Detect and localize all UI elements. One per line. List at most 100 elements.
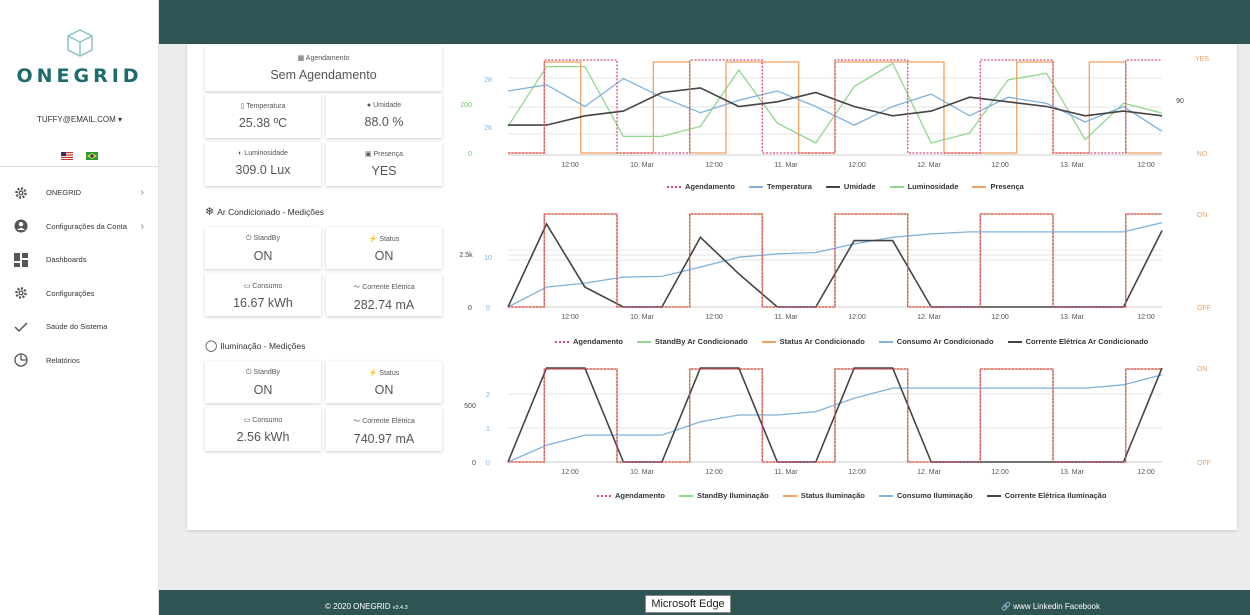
- y-tick-label: 26: [484, 125, 492, 132]
- x-tick-label: 12:00: [1137, 162, 1155, 169]
- y-tick-label: 200: [460, 102, 472, 109]
- umidade-value: 88.0 %: [364, 115, 404, 129]
- legend-swatch: [637, 340, 652, 343]
- legend-umidade[interactable]: Umidade: [825, 182, 876, 191]
- legend-label: Corrente Elétrica Iluminação: [1004, 491, 1107, 500]
- account-icon: [13, 218, 29, 234]
- legend-status-ar[interactable]: Status Ar Condicionado: [761, 337, 865, 346]
- bolt-icon: ⚡: [368, 236, 380, 243]
- ar-corrente-value: 282.74 mA: [353, 298, 415, 312]
- legend-consumo-ilum[interactable]: Consumo Iluminação: [878, 491, 973, 500]
- x-tick-label: 12:00: [991, 162, 1009, 169]
- ar-status-value: ON: [374, 249, 394, 263]
- snowflake-icon: ❄: [205, 206, 215, 218]
- agendamento-value: Sem Agendamento: [270, 68, 377, 82]
- footer-copyright: © 2020 ONEGRID v3.4.3: [325, 602, 408, 611]
- sidebar-item-reports[interactable]: Relatórios: [0, 344, 159, 378]
- legend-corrente-ar[interactable]: Corrente Elétrica Ar Condicionado: [1007, 337, 1148, 346]
- sidebar-item-dashboards[interactable]: Dashboards: [0, 243, 159, 277]
- ilum-standby-widget: ⏻ StandBy ON: [205, 361, 321, 403]
- legend-swatch: [878, 340, 893, 343]
- legend-label: Agendamento: [685, 182, 736, 191]
- footer-links[interactable]: 🔗 www Linkedin Facebook: [1001, 602, 1100, 611]
- legend-swatch: [825, 185, 840, 188]
- x-tick-label: 12:00: [991, 314, 1009, 321]
- legend-label: Status Iluminação: [800, 491, 865, 500]
- ilum-section-label: Iluminação - Medições: [220, 340, 306, 351]
- temperatura-title-label: Temperatura: [246, 103, 286, 110]
- ar-corrente-widget: 〜 Corrente Elétrica 282.74 mA: [326, 274, 442, 316]
- y-tick-label: ON: [1197, 212, 1208, 219]
- y-tick-label: 2.5k: [459, 252, 473, 259]
- onegrid-logo[interactable]: ONEGRID: [0, 28, 159, 87]
- agendamento-widget: ▦ Agendamento Sem Agendamento: [205, 46, 442, 91]
- taskbar-tooltip: Microsoft Edge: [645, 595, 731, 613]
- legend-label: Umidade: [843, 182, 876, 191]
- power-icon: ⏻: [246, 235, 254, 242]
- legend-agendamento[interactable]: Agendamento: [667, 182, 735, 191]
- legend-status-ilum[interactable]: Status Iluminação: [782, 491, 865, 500]
- x-tick-label: 12:00: [848, 314, 866, 321]
- link-icon: 🔗: [1001, 602, 1014, 611]
- ilum-section-title: ◯ Iluminação - Medições: [205, 339, 305, 352]
- ar-standby-widget: ⏻ StandBy ON: [205, 227, 321, 269]
- ar-legend: Agendamento StandBy Ar Condicionado Stat…: [548, 337, 1155, 346]
- pie-chart-icon: [13, 352, 29, 368]
- y-tick-label: 500: [464, 403, 476, 410]
- legend-swatch: [1007, 340, 1022, 343]
- ilum-status-widget: ⚡ Status ON: [326, 361, 442, 403]
- legend-label: Presença: [990, 182, 1024, 191]
- legend-label: StandBy Ar Condicionado: [655, 337, 748, 346]
- legend-temperatura[interactable]: Temperatura: [749, 182, 812, 191]
- sidebar-item-account-settings[interactable]: Configurações da Conta ›: [0, 210, 159, 244]
- sidebar-item-settings[interactable]: Configurações: [0, 277, 159, 311]
- us-flag-icon[interactable]: [61, 151, 74, 160]
- check-icon: [13, 319, 29, 335]
- footer-links-text: www Linkedin Facebook: [1013, 602, 1100, 611]
- legend-luminosidade[interactable]: Luminosidade: [889, 182, 958, 191]
- x-tick-label: 10. Mar: [630, 314, 654, 321]
- ilum-consumo-widget: ▭ Consumo 2.56 kWh: [205, 408, 321, 451]
- y-tick-label: 0: [468, 151, 472, 158]
- y-tick-label: OFF: [1197, 460, 1211, 467]
- x-tick-label: 12:00: [561, 162, 579, 169]
- ar-section-label: Ar Condicionado - Medições: [217, 206, 324, 217]
- x-tick-label: 12:00: [848, 162, 866, 169]
- sidebar-item-onegrid[interactable]: ONEGRID ›: [0, 176, 159, 210]
- ar-status-widget: ⚡ Status ON: [326, 227, 442, 269]
- legend-swatch: [679, 494, 694, 497]
- ilum-chart: 12:00 10. Mar 12:00 11. Mar 12:00 12. Mar 12:0…: [464, 366, 1211, 476]
- x-tick-label: 12:00: [561, 469, 579, 476]
- brazil-flag-icon[interactable]: [85, 151, 98, 160]
- legend-agendamento[interactable]: Agendamento: [555, 337, 623, 346]
- ilum-corrente-value: 740.97 mA: [353, 432, 415, 446]
- sidebar-item-label: Configurações da Conta: [46, 221, 127, 231]
- user-menu[interactable]: TUFFY@EMAIL.COM ▾: [0, 115, 159, 124]
- x-tick-label: 12:00: [1137, 469, 1155, 476]
- umidade-title: ● Umidade: [326, 102, 442, 109]
- legend-standby-ar[interactable]: StandBy Ar Condicionado: [637, 337, 748, 346]
- x-tick-label: 10. Mar: [630, 469, 654, 476]
- user-email: TUFFY@EMAIL.COM: [36, 115, 116, 124]
- ar-standby-value: ON: [253, 249, 273, 263]
- ilum-consumo-title: ▭ Consumo: [205, 416, 321, 424]
- environment-chart: 12:00 10. Mar 12:00 11. Mar 12:00 12. Mar 12:0…: [460, 56, 1209, 169]
- legend-agendamento[interactable]: Agendamento: [597, 491, 665, 500]
- sidebar-divider: [0, 166, 159, 167]
- legend-swatch: [986, 494, 1001, 497]
- meter-icon: ▭: [243, 417, 253, 424]
- y-tick-label: 0: [486, 460, 490, 467]
- legend-corrente-ilum[interactable]: Corrente Elétrica Iluminação: [986, 491, 1107, 500]
- sidebar-item-system-health[interactable]: Saúde do Sistema: [0, 310, 159, 344]
- ilum-corrente-widget: 〜 Corrente Elétrica 740.97 mA: [326, 408, 442, 451]
- ilum-status-label: Status: [379, 370, 400, 377]
- x-tick-label: 12. Mar: [917, 469, 941, 476]
- legend-consumo-ar[interactable]: Consumo Ar Condicionado: [878, 337, 994, 346]
- logo-text: ONEGRID: [16, 65, 143, 87]
- ar-corrente-title: 〜 Corrente Elétrica: [326, 282, 442, 292]
- presenca-widget: ▣ Presença YES: [326, 142, 442, 186]
- agendamento-title: ▦ Agendamento: [205, 54, 442, 62]
- legend-standby-ilum[interactable]: StandBy Iluminação: [679, 491, 769, 500]
- legend-presenca[interactable]: Presença: [972, 182, 1024, 191]
- umidade-widget: ● Umidade 88.0 %: [326, 94, 442, 138]
